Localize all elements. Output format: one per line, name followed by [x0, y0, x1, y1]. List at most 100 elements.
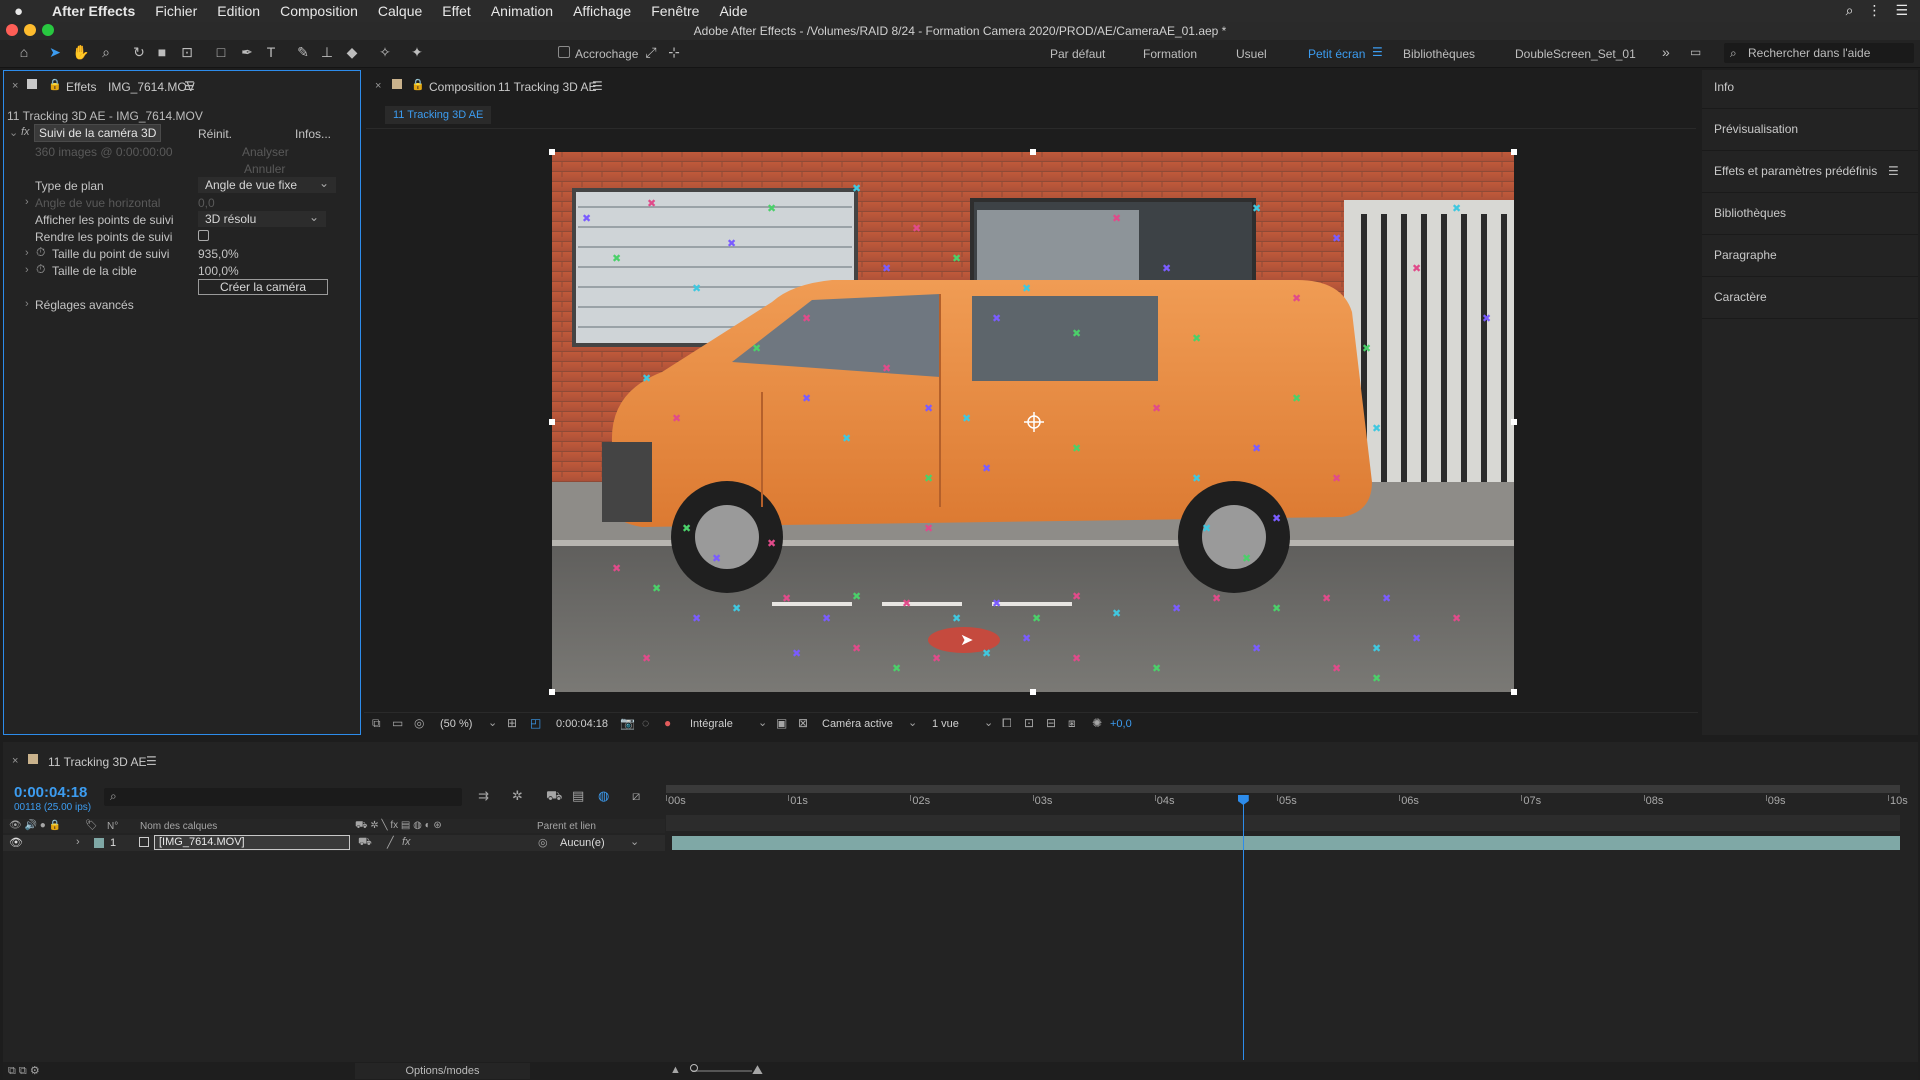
menu-animation[interactable]: Animation: [491, 3, 553, 19]
sync-settings-icon[interactable]: ▭: [1690, 45, 1701, 59]
minimize-window-button[interactable]: [24, 24, 36, 36]
effects-tab-label[interactable]: Effets: [66, 80, 96, 94]
comp-subtab[interactable]: 11 Tracking 3D AE: [385, 106, 492, 124]
layer-search-input[interactable]: ⌕: [104, 788, 462, 806]
target-size-stopwatch-icon[interactable]: ⏱: [36, 262, 45, 277]
apple-icon[interactable]: ●: [14, 3, 42, 20]
parent-chevron-icon[interactable]: ⌄: [630, 835, 639, 848]
parent-dropdown[interactable]: Aucun(e): [560, 837, 605, 849]
timeline-timecode[interactable]: 0:00:04:18: [14, 784, 87, 801]
target-size-expand-icon[interactable]: ›: [25, 264, 29, 276]
clone-stamp-tool-icon[interactable]: ⊥: [318, 43, 336, 61]
render-points-checkbox[interactable]: [198, 230, 209, 241]
graph-editor-icon[interactable]: ⧄: [632, 788, 640, 804]
snapshot-icon[interactable]: 📷: [620, 716, 635, 730]
effects-tab-layer[interactable]: IMG_7614.MOV: [108, 80, 195, 94]
reset-link[interactable]: Réinit.: [198, 127, 232, 141]
layer-visibility-icon[interactable]: 👁: [9, 836, 23, 849]
plan-type-dropdown[interactable]: Angle de vue fixe: [198, 176, 336, 193]
menu-effet[interactable]: Effet: [442, 3, 471, 19]
menu-extras-icon[interactable]: ⋮: [1867, 2, 1881, 19]
menu-edition[interactable]: Edition: [217, 3, 260, 19]
handle-middle-right[interactable]: [1511, 419, 1517, 425]
effects-presets-menu-icon[interactable]: ☰: [1888, 164, 1899, 178]
time-ruler[interactable]: 00s 01s 02s 03s 04s 05s 06s 07s 08s 09s 10s: [666, 785, 1908, 815]
timeline-zoom-slider[interactable]: [692, 1070, 752, 1072]
hfov-expand-icon[interactable]: ›: [25, 196, 29, 208]
layer-switches-toggle-icon[interactable]: ⧉ ⧉ ⚙: [8, 1064, 40, 1078]
close-window-button[interactable]: [6, 24, 18, 36]
type-tool-icon[interactable]: T: [262, 43, 280, 61]
paragraph-panel-tab[interactable]: Paragraphe: [1714, 248, 1777, 262]
rectangle-tool-icon[interactable]: □: [212, 43, 230, 61]
info-panel-tab[interactable]: Info: [1714, 80, 1734, 94]
preview-panel-tab[interactable]: Prévisualisation: [1714, 122, 1798, 136]
snap-checkbox[interactable]: [558, 46, 570, 58]
camera-tool-icon[interactable]: ■: [153, 43, 171, 61]
layer-label-color[interactable]: [94, 838, 104, 848]
effects-presets-panel-tab[interactable]: Effets et paramètres prédéfinis: [1714, 164, 1877, 178]
close-tab-icon[interactable]: ×: [12, 80, 18, 92]
channel-icon[interactable]: ●: [664, 716, 671, 730]
zoom-out-icon[interactable]: ▲: [670, 1064, 681, 1076]
point-size-expand-icon[interactable]: ›: [25, 247, 29, 259]
lock-icon[interactable]: 🔒: [48, 78, 62, 91]
rotate-tool-icon[interactable]: ↻: [130, 43, 148, 61]
layer-shy-switch-icon[interactable]: ⛟: [358, 836, 372, 850]
menu-composition[interactable]: Composition: [280, 3, 358, 19]
parent-pickwhip-icon[interactable]: ◎: [538, 836, 548, 849]
menu-fenetre[interactable]: Fenêtre: [651, 3, 699, 19]
hand-tool-icon[interactable]: ✋: [72, 43, 90, 61]
zoom-dropdown[interactable]: (50 %): [440, 718, 472, 730]
pan-behind-tool-icon[interactable]: ⊡: [178, 43, 196, 61]
views-dropdown[interactable]: 1 vue: [932, 718, 959, 730]
workspace-usuel[interactable]: Usuel: [1236, 47, 1267, 61]
cancel-analysis-button[interactable]: Annuler: [244, 162, 285, 176]
zoom-tool-icon[interactable]: ⌕: [97, 43, 115, 61]
snap-feature-icon[interactable]: ⊹: [665, 43, 683, 61]
timeline-menu-icon[interactable]: ☰: [146, 754, 157, 768]
vr-icon[interactable]: ◎: [414, 716, 424, 730]
fast-preview-icon[interactable]: ⊡: [1024, 716, 1034, 730]
roto-brush-tool-icon[interactable]: ✧: [376, 43, 394, 61]
camera-chevron-icon[interactable]: ⌄: [908, 716, 917, 729]
more-workspaces-icon[interactable]: »: [1662, 44, 1670, 60]
views-chevron-icon[interactable]: ⌄: [984, 716, 993, 729]
zoom-chevron-icon[interactable]: ⌄: [488, 716, 497, 729]
handle-bottom-left[interactable]: [549, 689, 555, 695]
timeline-tab-name[interactable]: 11 Tracking 3D AE: [48, 755, 147, 769]
transparency-grid-icon[interactable]: ⊠: [798, 716, 808, 730]
handle-top-center[interactable]: [1030, 149, 1036, 155]
show-snapshot-icon[interactable]: ◌: [642, 716, 649, 730]
fit-icon[interactable]: ⊞: [507, 716, 517, 730]
layer-name-header[interactable]: Nom des calques: [140, 821, 217, 832]
close-timeline-tab-icon[interactable]: ×: [12, 755, 18, 767]
point-size-value[interactable]: 935,0%: [198, 247, 239, 261]
create-camera-button[interactable]: Créer la caméra: [198, 279, 328, 295]
character-panel-tab[interactable]: Caractère: [1714, 290, 1767, 304]
home-icon[interactable]: ⌂: [15, 43, 33, 61]
always-preview-icon[interactable]: ⧉: [372, 716, 381, 731]
comp-tab-label[interactable]: Composition: [429, 80, 496, 94]
comp-mini-flowchart-icon[interactable]: ⇉: [478, 788, 489, 804]
options-modes-toggle[interactable]: Options/modes: [355, 1063, 530, 1079]
viewer-timecode[interactable]: 0:00:04:18: [556, 718, 608, 730]
zoom-window-button[interactable]: [42, 24, 54, 36]
menu-calque[interactable]: Calque: [378, 3, 422, 19]
handle-top-right[interactable]: [1511, 149, 1517, 155]
work-area-bar[interactable]: [666, 785, 1900, 793]
menu-aide[interactable]: Aide: [719, 3, 747, 19]
monitor-icon[interactable]: ▭: [392, 716, 403, 730]
toggle-pixel-aspect-icon[interactable]: ⧠: [1002, 716, 1012, 731]
handle-bottom-right[interactable]: [1511, 689, 1517, 695]
comp-lock-icon[interactable]: 🔒: [411, 78, 425, 91]
app-menu[interactable]: After Effects: [52, 3, 135, 19]
comp-tab-name[interactable]: 11 Tracking 3D AE: [498, 80, 597, 94]
brush-tool-icon[interactable]: ✎: [294, 43, 312, 61]
target-size-value[interactable]: 100,0%: [198, 264, 239, 278]
zoom-in-icon[interactable]: ⛰: [752, 1062, 763, 1078]
fx-icon[interactable]: fx: [21, 126, 30, 138]
exposure-reset-icon[interactable]: ✺: [1092, 716, 1102, 730]
advanced-expand-icon[interactable]: ›: [25, 298, 29, 310]
frame-blending-icon[interactable]: ▤: [572, 788, 584, 804]
